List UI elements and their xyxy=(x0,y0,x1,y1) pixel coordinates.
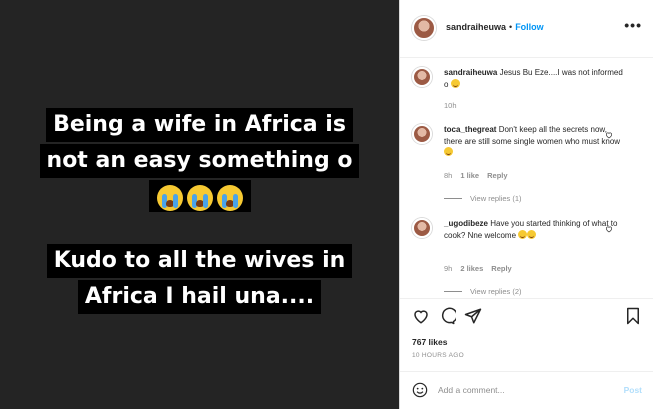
caption-line: Kudo to all the wives in xyxy=(46,244,353,278)
view-replies-label: View replies (1) xyxy=(470,194,522,203)
bookmark-icon[interactable] xyxy=(624,307,642,325)
caption-block-2: Kudo to all the wives in Africa I hail u… xyxy=(0,244,399,314)
header-username[interactable]: sandraiheuwa xyxy=(446,22,506,32)
post-header: sandraiheuwa • Follow ••• xyxy=(400,0,653,58)
comment-username[interactable]: toca_thegreat xyxy=(444,125,496,134)
caption-line: not an easy something o xyxy=(39,144,360,178)
comments-list[interactable]: sandraiheuwa Jesus Bu Eze....I was not i… xyxy=(400,58,653,298)
heart-icon[interactable] xyxy=(605,225,613,233)
post-timestamp: 10 HOURS AGO xyxy=(412,352,465,359)
separator-dot: • xyxy=(509,22,513,32)
comment-likes[interactable]: 1 like xyxy=(460,171,479,180)
laughing-emoji-icon xyxy=(450,78,460,88)
comment-meta: 8h 1 like Reply xyxy=(444,171,516,180)
comment-username[interactable]: _ugodibeze xyxy=(444,219,488,228)
reply-button[interactable]: Reply xyxy=(487,171,507,180)
caption-block-1: Being a wife in Africa is not an easy so… xyxy=(0,108,399,213)
reply-button[interactable]: Reply xyxy=(491,264,511,273)
laughing-emoji-icon xyxy=(518,229,528,239)
post-image[interactable]: Being a wife in Africa is not an easy so… xyxy=(0,0,399,409)
divider xyxy=(444,291,462,292)
emoji-picker-icon[interactable] xyxy=(412,382,428,398)
add-comment-bar: Post xyxy=(400,371,653,409)
view-replies-label: View replies (2) xyxy=(470,287,522,296)
crying-face-icon xyxy=(156,185,183,212)
like-count[interactable]: 767 likes xyxy=(412,337,447,347)
avatar[interactable] xyxy=(412,218,432,238)
laughing-emoji-icon xyxy=(527,229,537,239)
more-options-icon[interactable]: ••• xyxy=(624,17,642,33)
comment-meta: 10h xyxy=(444,101,465,110)
crying-face-icon xyxy=(216,185,243,212)
crying-face-icon xyxy=(186,185,213,212)
post-actions: 767 likes 10 HOURS AGO Post xyxy=(400,298,653,409)
comment-text: sandraiheuwa Jesus Bu Eze....I was not i… xyxy=(444,67,624,90)
comment-likes[interactable]: 2 likes xyxy=(460,264,483,273)
comment-meta: 9h 2 likes Reply xyxy=(444,264,520,273)
comment-username[interactable]: sandraiheuwa xyxy=(444,68,497,77)
heart-icon[interactable] xyxy=(605,131,613,139)
view-replies-button[interactable]: View replies (2) xyxy=(444,287,522,296)
avatar[interactable] xyxy=(412,124,432,144)
header-text: sandraiheuwa • Follow xyxy=(446,22,544,32)
comment-input[interactable] xyxy=(438,382,588,398)
comment-icon[interactable] xyxy=(438,307,456,325)
comment-text: toca_thegreat Don't keep all the secrets… xyxy=(444,124,624,159)
share-icon[interactable] xyxy=(464,307,482,325)
avatar[interactable] xyxy=(412,16,436,40)
comment-time: 8h xyxy=(444,171,453,180)
avatar[interactable] xyxy=(412,67,432,87)
comment-time: 10h xyxy=(444,101,457,110)
laughing-emoji-icon xyxy=(444,147,453,156)
view-replies-button[interactable]: View replies (1) xyxy=(444,194,522,203)
caption-line: Africa I hail una.... xyxy=(77,280,322,314)
crying-emoji-row xyxy=(148,180,251,213)
post-button[interactable]: Post xyxy=(624,385,642,395)
comment-text: _ugodibeze Have you started thinking of … xyxy=(444,218,624,241)
comment-time: 9h xyxy=(444,264,453,273)
divider xyxy=(444,198,462,199)
post-side-panel: sandraiheuwa • Follow ••• sandraiheuwa Jes… xyxy=(399,0,653,409)
caption-line: Being a wife in Africa is xyxy=(46,108,353,142)
heart-icon[interactable] xyxy=(412,307,430,325)
follow-button[interactable]: Follow xyxy=(515,22,544,32)
